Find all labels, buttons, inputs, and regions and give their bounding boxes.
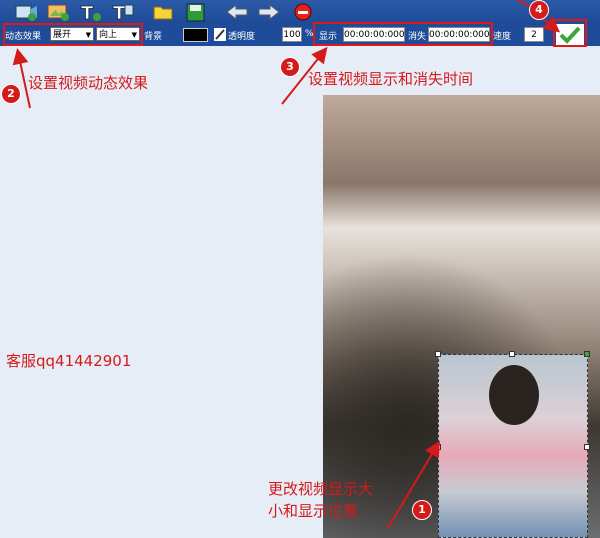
overlay-video-preview[interactable] <box>438 354 588 538</box>
background-color-swatch[interactable] <box>183 28 208 42</box>
main-toolbar: T T <box>0 0 600 24</box>
add-image-icon[interactable] <box>46 2 70 22</box>
resize-annotation-line2: 小和显示位置 <box>268 502 359 520</box>
background-label: 背景 <box>144 32 163 42</box>
step-4-badge: 4 <box>529 0 549 20</box>
speed-label: 速度 <box>493 32 512 42</box>
transparency-label: 透明度 <box>228 32 256 42</box>
step-1-badge: 1 <box>412 500 432 520</box>
contact-text: 客服qq41442901 <box>6 352 132 370</box>
confirm-highlight-box <box>553 19 587 47</box>
time-highlight-box <box>313 22 493 46</box>
effect-highlight-box <box>3 23 143 46</box>
resize-annotation-line1: 更改视频显示大 <box>268 480 374 498</box>
svg-text:T: T <box>81 3 94 22</box>
eyedropper-icon[interactable] <box>214 28 226 41</box>
open-folder-icon[interactable] <box>152 2 176 22</box>
overlay-figure <box>489 365 539 425</box>
opacity-field[interactable]: 100 <box>282 27 302 42</box>
speed-field[interactable]: 2 <box>524 27 544 42</box>
step-2-badge: 2 <box>1 84 21 104</box>
resize-handle[interactable] <box>584 444 590 450</box>
resize-handle[interactable] <box>435 444 441 450</box>
delete-icon[interactable] <box>291 2 315 22</box>
add-video-icon[interactable] <box>14 2 38 22</box>
undo-icon[interactable] <box>225 2 249 22</box>
redo-icon[interactable] <box>257 2 281 22</box>
resize-handle[interactable] <box>435 351 441 357</box>
resize-handle[interactable] <box>509 351 515 357</box>
time-annotation: 设置视频显示和消失时间 <box>308 70 474 88</box>
add-text-icon[interactable]: T <box>79 2 103 22</box>
step-3-badge: 3 <box>280 57 300 77</box>
effect-annotation: 设置视频动态效果 <box>28 74 149 92</box>
svg-text:T: T <box>113 3 126 22</box>
save-icon[interactable] <box>184 2 208 22</box>
add-subtitle-icon[interactable]: T <box>111 2 135 22</box>
resize-handle[interactable] <box>584 351 590 357</box>
